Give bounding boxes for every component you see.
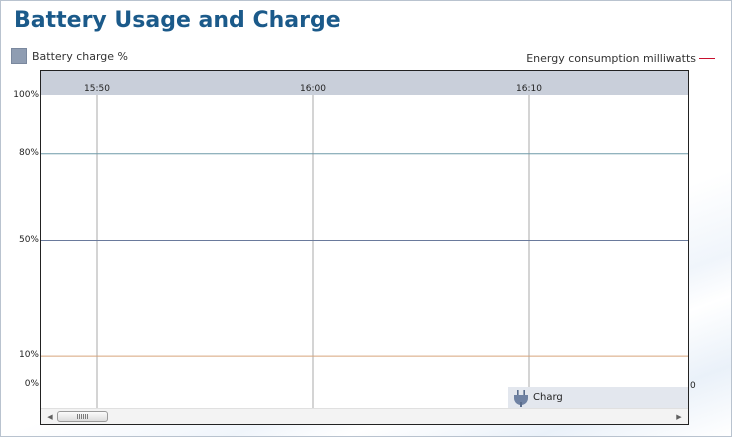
charge-popup[interactable]: Charge xyxy=(508,387,688,408)
battery-usage-window: Battery Usage and Charge Battery charge … xyxy=(0,0,732,437)
legend-battery-charge: Battery charge % xyxy=(11,48,128,64)
x-tick-label: 16:00 xyxy=(300,84,326,94)
charge-label: Charge xyxy=(533,392,563,403)
legend-energy-label: Energy consumption milliwatts xyxy=(526,52,696,65)
horizontal-scrollbar[interactable]: ◀ ▶ xyxy=(41,408,688,424)
scroll-left-arrow-icon[interactable]: ◀ xyxy=(43,409,57,424)
plug-icon xyxy=(514,389,528,407)
scroll-thumb[interactable] xyxy=(57,411,108,422)
y-tick-label: 0% xyxy=(24,379,39,389)
y-tick-label: 80% xyxy=(18,147,39,158)
chart-plot: 15:50 16:00 16:10 xyxy=(41,71,688,408)
y-tick-label: 10% xyxy=(18,350,39,361)
x-tick-label: 16:10 xyxy=(516,84,542,94)
grip-icon xyxy=(77,414,88,419)
time-axis-header xyxy=(41,71,688,95)
legend-battery-label: Battery charge % xyxy=(32,49,128,63)
secondary-axis-tick: 0 xyxy=(690,381,696,391)
page-title: Battery Usage and Charge xyxy=(14,8,341,33)
legend-energy-consumption: Energy consumption milliwatts xyxy=(526,52,715,65)
y-tick-label: 50% xyxy=(18,234,39,245)
scroll-right-arrow-icon[interactable]: ▶ xyxy=(672,409,686,424)
legend-line-energy xyxy=(699,58,715,59)
chart-area: 15:50 16:00 16:10 Charge ◀ ▶ xyxy=(40,70,689,425)
legend-swatch-battery xyxy=(11,48,27,64)
y-tick-label: 100% xyxy=(13,90,39,100)
x-tick-label: 15:50 xyxy=(84,84,110,94)
